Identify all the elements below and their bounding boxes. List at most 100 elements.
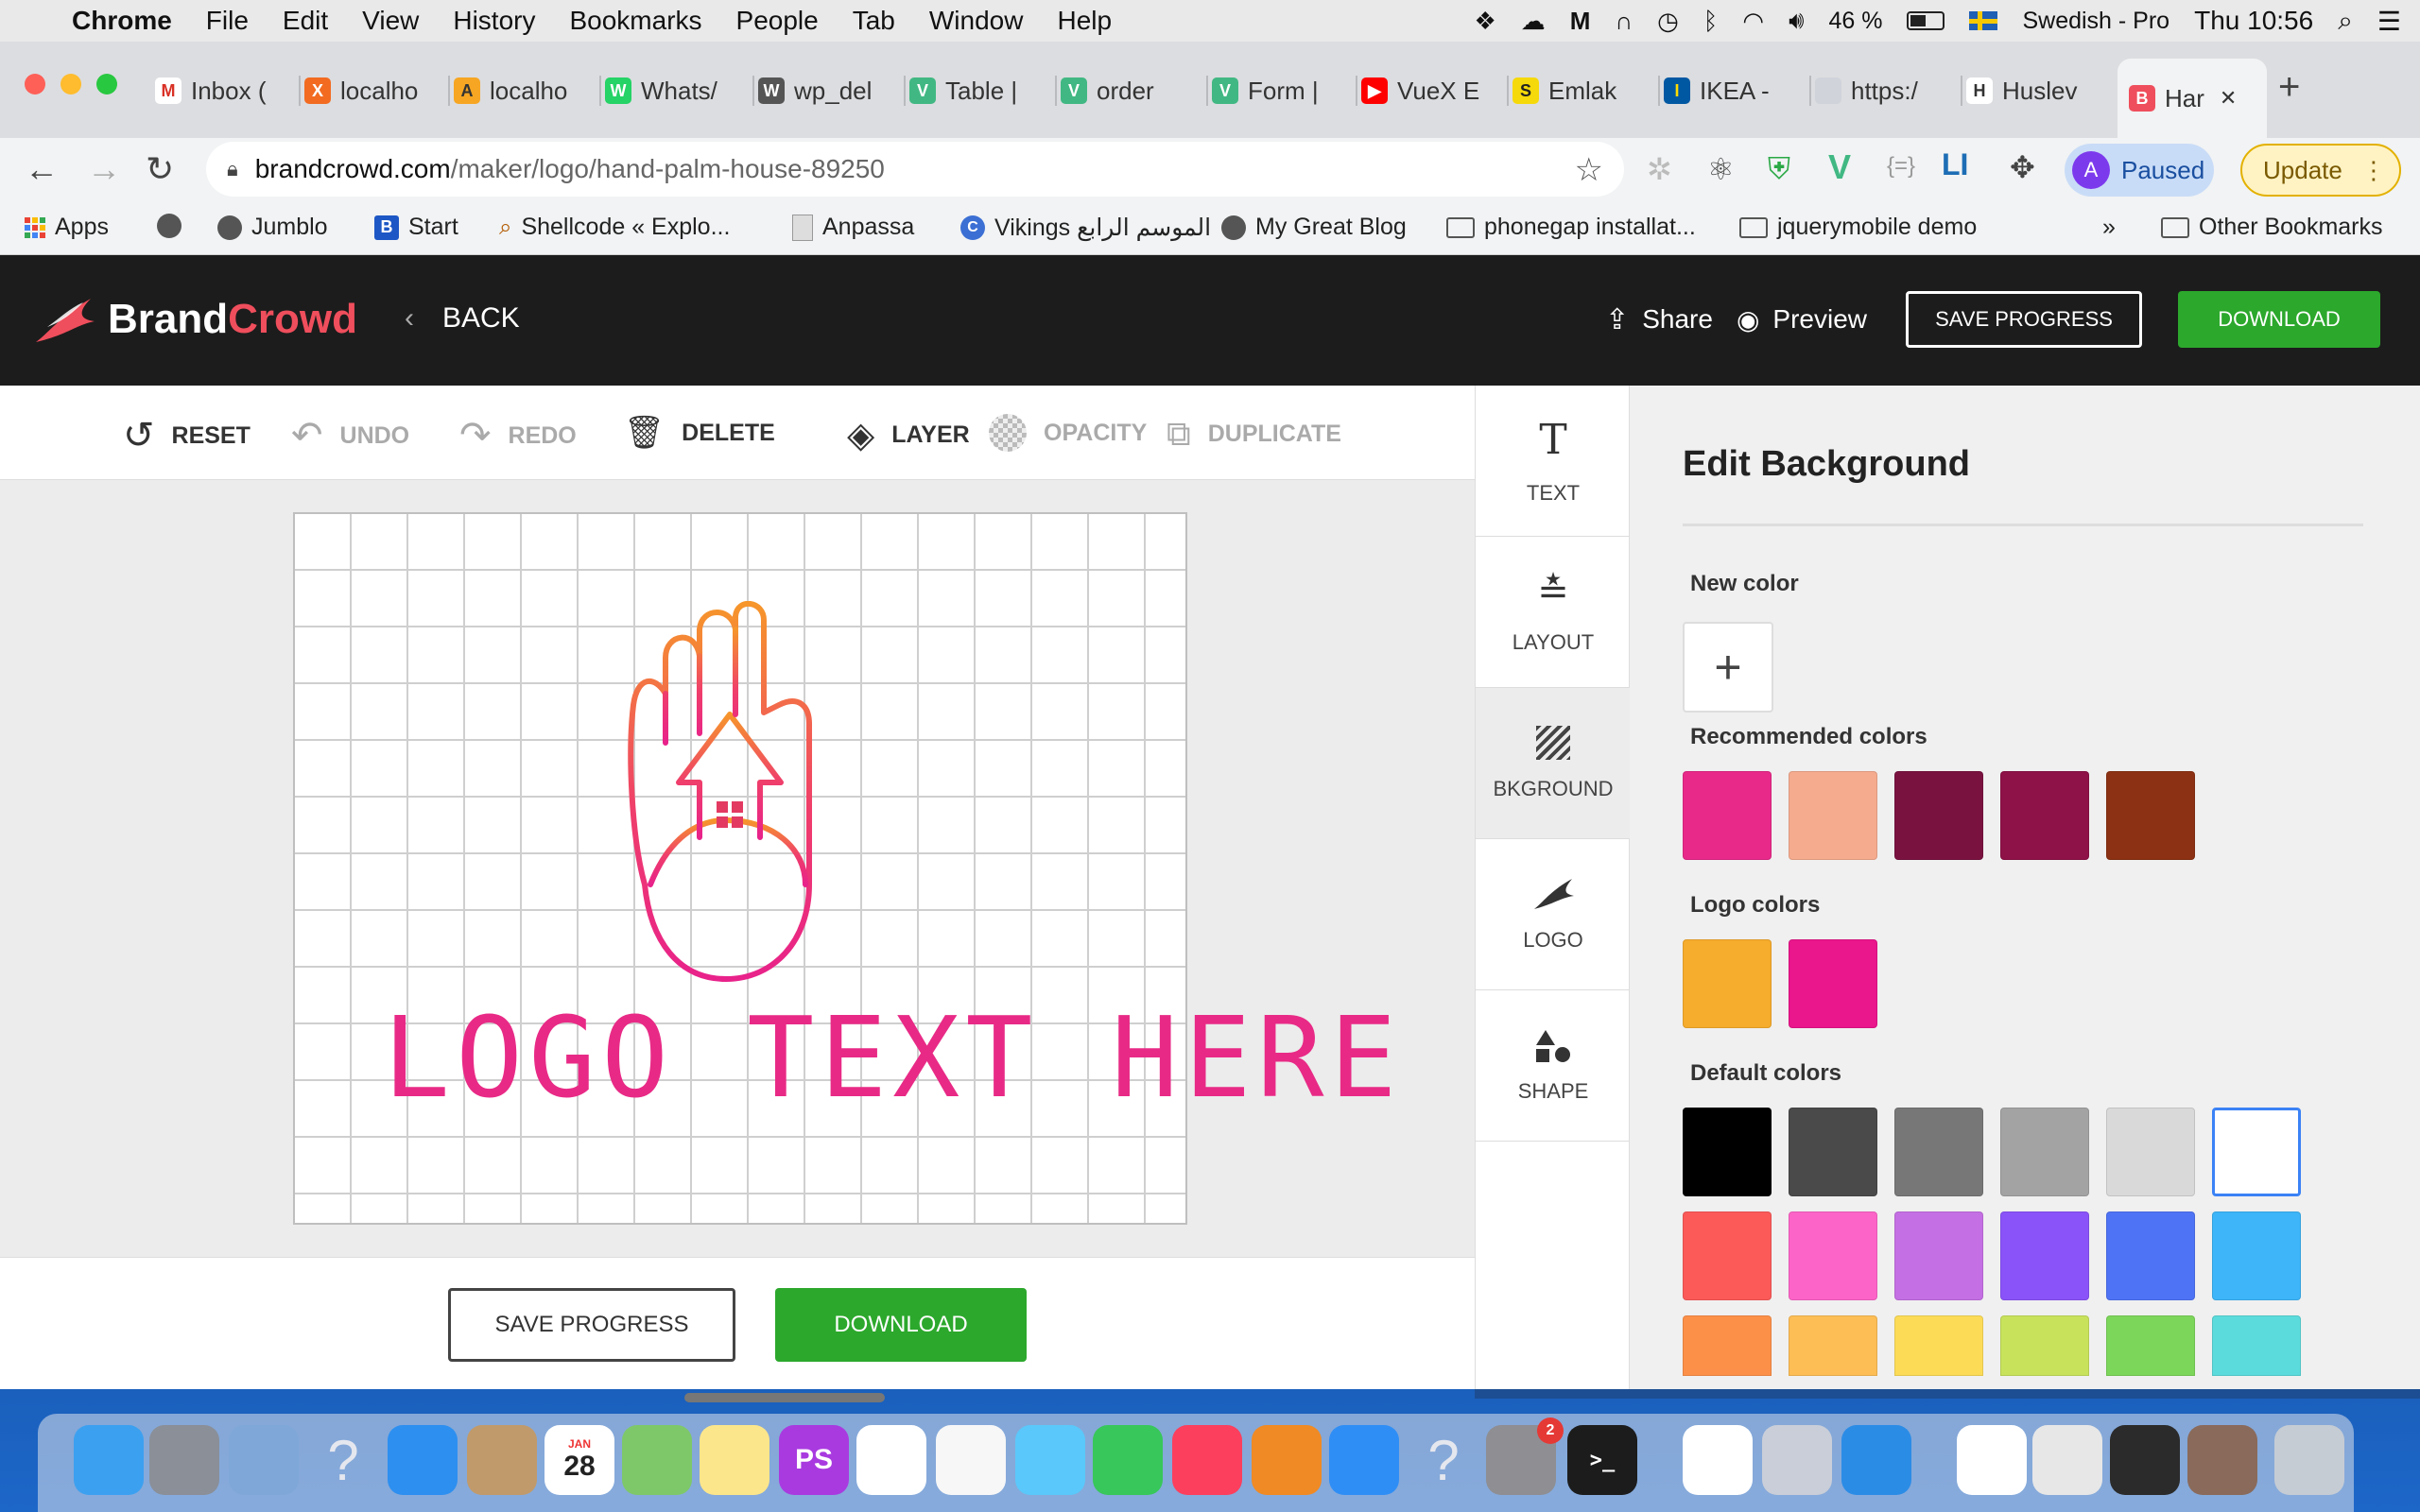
add-color-button[interactable]: + — [1683, 622, 1773, 713]
default-color-swatch[interactable] — [2106, 1211, 2195, 1300]
browser-tab[interactable]: W Whats/ — [605, 64, 743, 117]
default-color-swatch[interactable] — [2106, 1108, 2195, 1196]
back-arrow-icon[interactable]: ← — [25, 149, 59, 189]
menu-view[interactable]: View — [345, 6, 436, 36]
close-tab-icon[interactable]: ✕ — [2220, 86, 2237, 111]
menu-window[interactable]: Window — [912, 6, 1041, 36]
input-source[interactable]: Swedish - Pro — [2022, 8, 2169, 35]
bookmark-phonegap[interactable]: phonegap installat... — [1446, 214, 1696, 241]
opacity-button[interactable]: OPACITY — [989, 414, 1147, 452]
logo-color-swatch[interactable] — [1683, 939, 1772, 1028]
default-color-swatch[interactable] — [1894, 1108, 1983, 1196]
logo-text[interactable]: LOGO TEXT HERE — [383, 992, 1397, 1123]
browser-tab[interactable]: Xlocalho — [304, 64, 442, 117]
sidenav-layout[interactable]: ≛ LAYOUT — [1476, 537, 1631, 688]
new-tab-button[interactable]: + — [2278, 66, 2300, 109]
brandcrowd-logo[interactable]: BrandCrowd — [34, 293, 357, 346]
dock-vscode-icon[interactable] — [1841, 1425, 1911, 1495]
profile-button[interactable]: A Paused — [2065, 144, 2214, 197]
bookmark-star-icon[interactable]: ☆ — [1575, 151, 1603, 189]
bookmark-start[interactable]: B Start — [374, 214, 458, 241]
default-color-swatch[interactable] — [2000, 1315, 2089, 1376]
share-button[interactable]: ⇪ Share — [1579, 291, 1739, 348]
minimize-window-icon[interactable] — [60, 74, 81, 94]
malwarebytes-icon[interactable]: M — [1570, 7, 1591, 36]
dock-contacts-icon[interactable] — [467, 1425, 537, 1495]
dock-app-store-icon[interactable] — [1329, 1425, 1399, 1495]
horizontal-scrollbar[interactable] — [684, 1393, 885, 1402]
menu-bookmarks[interactable]: Bookmarks — [552, 6, 718, 36]
dock-phpstorm-icon[interactable]: PS — [779, 1425, 849, 1495]
recommended-color-swatch[interactable] — [2000, 771, 2089, 860]
bookmark-anpassa[interactable]: Anpassa — [792, 214, 914, 241]
wifi-icon[interactable]: ◠ — [1742, 7, 1764, 36]
recommended-color-swatch[interactable] — [2106, 771, 2195, 860]
extensions-puzzle-icon[interactable]: ✥ — [2010, 149, 2035, 185]
header-save-progress-button[interactable]: SAVE PROGRESS — [1906, 291, 2142, 348]
default-color-swatch[interactable] — [2106, 1315, 2195, 1376]
dock-books-icon[interactable] — [1252, 1425, 1322, 1495]
default-color-swatch[interactable] — [2000, 1108, 2089, 1196]
dock-photos-icon[interactable] — [936, 1425, 1006, 1495]
json-extension-icon[interactable]: {=} — [1887, 153, 1915, 180]
menu-edit[interactable]: Edit — [266, 6, 345, 36]
react-devtools-icon[interactable]: ⚛ — [1707, 151, 1735, 187]
dock-maps-icon[interactable] — [622, 1425, 692, 1495]
battery-percent[interactable]: 46 % — [1828, 8, 1882, 35]
browser-tab[interactable]: H Huslev — [1966, 64, 2104, 117]
reset-button[interactable]: ↺ RESET — [123, 414, 251, 457]
browser-tab[interactable]: M Inbox ( — [155, 64, 293, 117]
dock-music-icon[interactable] — [1172, 1425, 1242, 1495]
dock-launchpad-icon[interactable] — [149, 1425, 219, 1495]
dock-chrome-icon[interactable] — [1683, 1425, 1753, 1495]
dock-trash-icon[interactable] — [2274, 1425, 2344, 1495]
bluetooth-icon[interactable]: ᛒ — [1703, 7, 1719, 36]
browser-tab[interactable]: ▶ VueX E — [1361, 64, 1499, 117]
dock-calendar-icon[interactable]: JAN 28 — [544, 1425, 614, 1495]
logo-color-swatch[interactable] — [1789, 939, 1877, 1028]
dock-document-icon[interactable] — [1957, 1425, 2027, 1495]
volume-icon[interactable]: 🔊︎ — [1789, 6, 1804, 36]
dock-unknown-app-2-icon[interactable]: ? — [1409, 1425, 1478, 1495]
menubar-clock[interactable]: Thu 10:56 — [2194, 6, 2313, 36]
default-color-swatch[interactable] — [2212, 1211, 2301, 1300]
dock-safari-icon[interactable] — [388, 1425, 458, 1495]
recommended-color-swatch[interactable] — [1683, 771, 1772, 860]
dock-finder-icon[interactable] — [74, 1425, 144, 1495]
dock-window-thumb-1-icon[interactable] — [2032, 1425, 2102, 1495]
dock-unknown-app-icon[interactable]: ? — [308, 1425, 378, 1495]
delete-button[interactable]: 🗑︎ DELETE — [624, 414, 775, 452]
bookmarks-overflow-button[interactable]: » — [2102, 214, 2116, 241]
dock-terminal-icon[interactable]: >_ — [1567, 1425, 1637, 1495]
browser-tab[interactable]: Wwp_del — [758, 64, 896, 117]
menu-file[interactable]: File — [189, 6, 266, 36]
dock-reminders-icon[interactable] — [856, 1425, 926, 1495]
update-button[interactable]: Update ⋮ — [2240, 144, 2401, 197]
sidenav-background[interactable]: BKGROUND — [1476, 688, 1631, 839]
recommended-color-swatch[interactable] — [1894, 771, 1983, 860]
sidenav-logo[interactable]: LOGO — [1476, 839, 1631, 990]
browser-tab[interactable]: Vorder — [1061, 64, 1199, 117]
flag-icon[interactable] — [1969, 11, 1998, 30]
dropbox-icon[interactable]: ❖ — [1474, 7, 1495, 36]
omnibox[interactable]: 🔒︎ brandcrowd.com/maker/logo/hand-palm-h… — [206, 142, 1624, 197]
browser-tab[interactable]: I IKEA - — [1664, 64, 1802, 117]
default-color-swatch[interactable] — [1683, 1315, 1772, 1376]
undo-button[interactable]: ↶ UNDO — [291, 414, 409, 457]
spotlight-icon[interactable]: ⌕ — [2338, 6, 2353, 37]
bookmark-vikings[interactable]: C Vikings الموسم الرابع — [960, 214, 1211, 242]
back-link[interactable]: ‹ BACK — [405, 302, 520, 335]
bookmark-shellcode[interactable]: ⌕ Shellcode « Explo... — [499, 214, 730, 241]
menu-help[interactable]: Help — [1040, 6, 1129, 36]
dock-system-preferences-icon[interactable]: 2 — [1486, 1418, 1564, 1495]
duplicate-button[interactable]: ⧉ DUPLICATE — [1167, 414, 1341, 455]
browser-tab[interactable]: V Table | — [909, 64, 1047, 117]
layer-button[interactable]: ◈ LAYER — [847, 414, 970, 456]
bookmark-apps[interactable]: Apps — [25, 214, 109, 241]
default-color-swatch[interactable] — [1789, 1315, 1877, 1376]
control-center-icon[interactable]: ☰ — [2377, 6, 2401, 37]
cloud-icon[interactable]: ☁ — [1521, 7, 1546, 36]
bookmark-globe[interactable] — [157, 214, 182, 238]
dock-settings-gear-icon[interactable] — [1762, 1425, 1832, 1495]
extension-icon-1[interactable]: ✲ — [1647, 151, 1672, 187]
